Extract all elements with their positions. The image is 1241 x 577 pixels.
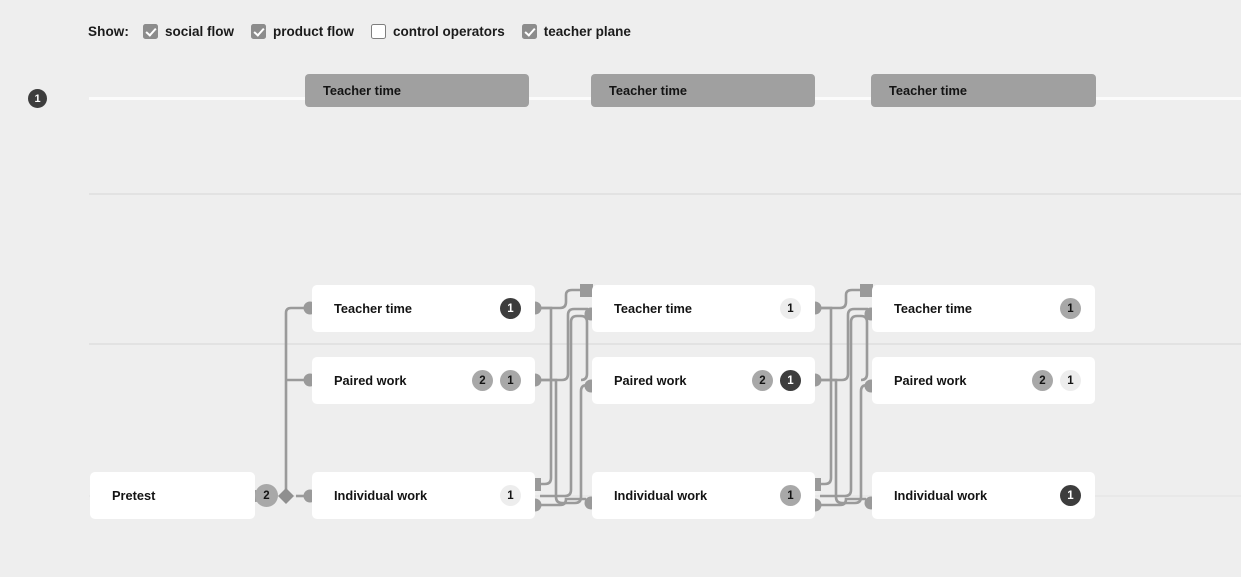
card-pretest[interactable]: Pretest 2 (90, 472, 278, 519)
edge-c2-paired-to-paired-3 (815, 378, 868, 505)
card-c3-individual-work-badges: 1 (1060, 472, 1081, 519)
card-c3-teacher-time-label: Teacher time (894, 301, 972, 316)
card-c2-individual-work[interactable]: Individual work 1 (592, 472, 815, 519)
card-c2-paired-work-badge-1: 1 (780, 370, 801, 391)
card-c3-individual-work-badge-0: 1 (1060, 485, 1081, 506)
edge-c1-teacher-to-square-2 (535, 288, 583, 310)
card-c2-teacher-time-label: Teacher time (614, 301, 692, 316)
card-c1-teacher-time-badge-0: 1 (500, 298, 521, 319)
card-pretest-badge-0: 2 (255, 484, 278, 507)
card-c3-paired-work-badge-1: 1 (1060, 370, 1081, 391)
checkbox-teacher-plane-label: teacher plane (543, 23, 631, 39)
checkbox-social-flow-box[interactable] (143, 23, 158, 39)
card-c1-paired-work[interactable]: Paired work 2 1 (312, 357, 535, 404)
card-c3-teacher-time[interactable]: Teacher time 1 (872, 285, 1095, 332)
card-c3-paired-work[interactable]: Paired work 2 1 (872, 357, 1095, 404)
plane-separator-middle (89, 343, 1241, 345)
checkbox-teacher-plane[interactable]: teacher plane (521, 23, 631, 39)
card-c2-paired-work[interactable]: Paired work 2 1 (592, 357, 815, 404)
checkbox-control-operators[interactable]: control operators (371, 23, 505, 39)
checkbox-product-flow-label: product flow (273, 23, 355, 39)
teacher-plane-bar-3[interactable]: Teacher time (871, 74, 1096, 107)
checkbox-social-flow-label: social flow (165, 23, 235, 39)
card-c1-paired-work-badges: 2 1 (472, 357, 521, 404)
edge-c1-individual-to-individual-2 (540, 497, 586, 507)
teacher-plane-badge: 1 (28, 89, 47, 108)
card-c2-paired-work-badge-0: 2 (752, 370, 773, 391)
card-pretest-badges: 2 (255, 472, 278, 519)
card-pretest-label: Pretest (112, 488, 156, 503)
card-c3-individual-work[interactable]: Individual work 1 (872, 472, 1095, 519)
card-c3-teacher-time-badges: 1 (1060, 285, 1081, 332)
show-filter-toolbar: Show: social flow product flow control o… (88, 20, 648, 42)
card-c3-paired-work-badges: 2 1 (1032, 357, 1081, 404)
edge-c2-teacher-to-square-bottom-3 (815, 306, 833, 486)
card-c2-paired-work-badges: 2 1 (752, 357, 801, 404)
edge-c2-teacher-to-square-3 (815, 288, 863, 310)
card-c3-paired-work-label: Paired work (894, 373, 967, 388)
card-c3-individual-work-label: Individual work (894, 488, 988, 503)
card-c1-paired-work-badge-1: 1 (500, 370, 521, 391)
edge-c1-teacher-to-square-bottom-2 (535, 306, 553, 486)
teacher-plane-bar-2-label: Teacher time (609, 83, 687, 98)
card-c1-individual-work-label: Individual work (334, 488, 428, 503)
teacher-plane-bar-3-label: Teacher time (889, 83, 967, 98)
teacher-plane-bar-1-label: Teacher time (323, 83, 401, 98)
card-c1-paired-work-badge-0: 2 (472, 370, 493, 391)
edge-c1-paired-to-paired-2 (535, 378, 588, 505)
checkbox-social-flow[interactable]: social flow (143, 23, 235, 39)
card-c2-individual-work-badge-0: 1 (780, 485, 801, 506)
checkbox-teacher-plane-box[interactable] (521, 23, 537, 39)
checkbox-product-flow[interactable]: product flow (251, 23, 355, 39)
plane-separator-top (89, 193, 1241, 195)
card-c3-teacher-time-badge-0: 1 (1060, 298, 1081, 319)
edge-pretest-to-teacher-1 (284, 306, 305, 496)
card-c2-paired-work-label: Paired work (614, 373, 687, 388)
checkbox-product-flow-box[interactable] (251, 23, 267, 39)
card-c1-paired-work-label: Paired work (334, 373, 407, 388)
teacher-plane-bar-1[interactable]: Teacher time (305, 74, 529, 107)
card-c2-individual-work-label: Individual work (614, 488, 708, 503)
card-c2-individual-work-badges: 1 (780, 472, 801, 519)
card-c1-teacher-time-badges: 1 (500, 285, 521, 332)
edge-c2-individual-to-individual-3 (820, 497, 866, 507)
card-c3-paired-work-badge-0: 2 (1032, 370, 1053, 391)
card-c2-teacher-time-badge-0: 1 (780, 298, 801, 319)
checkbox-control-operators-box[interactable] (371, 23, 387, 39)
card-c1-individual-work-badges: 1 (500, 472, 521, 519)
card-c1-individual-work[interactable]: Individual work 1 (312, 472, 535, 519)
teacher-plane-bar-2[interactable]: Teacher time (591, 74, 815, 107)
card-c2-teacher-time-badges: 1 (780, 285, 801, 332)
card-c1-teacher-time[interactable]: Teacher time 1 (312, 285, 535, 332)
card-c2-teacher-time[interactable]: Teacher time 1 (592, 285, 815, 332)
diagram-canvas: Show: social flow product flow control o… (0, 0, 1241, 577)
card-c1-individual-work-badge-0: 1 (500, 485, 521, 506)
show-label: Show: (88, 23, 129, 39)
checkbox-control-operators-label: control operators (393, 23, 505, 39)
card-c1-teacher-time-label: Teacher time (334, 301, 412, 316)
